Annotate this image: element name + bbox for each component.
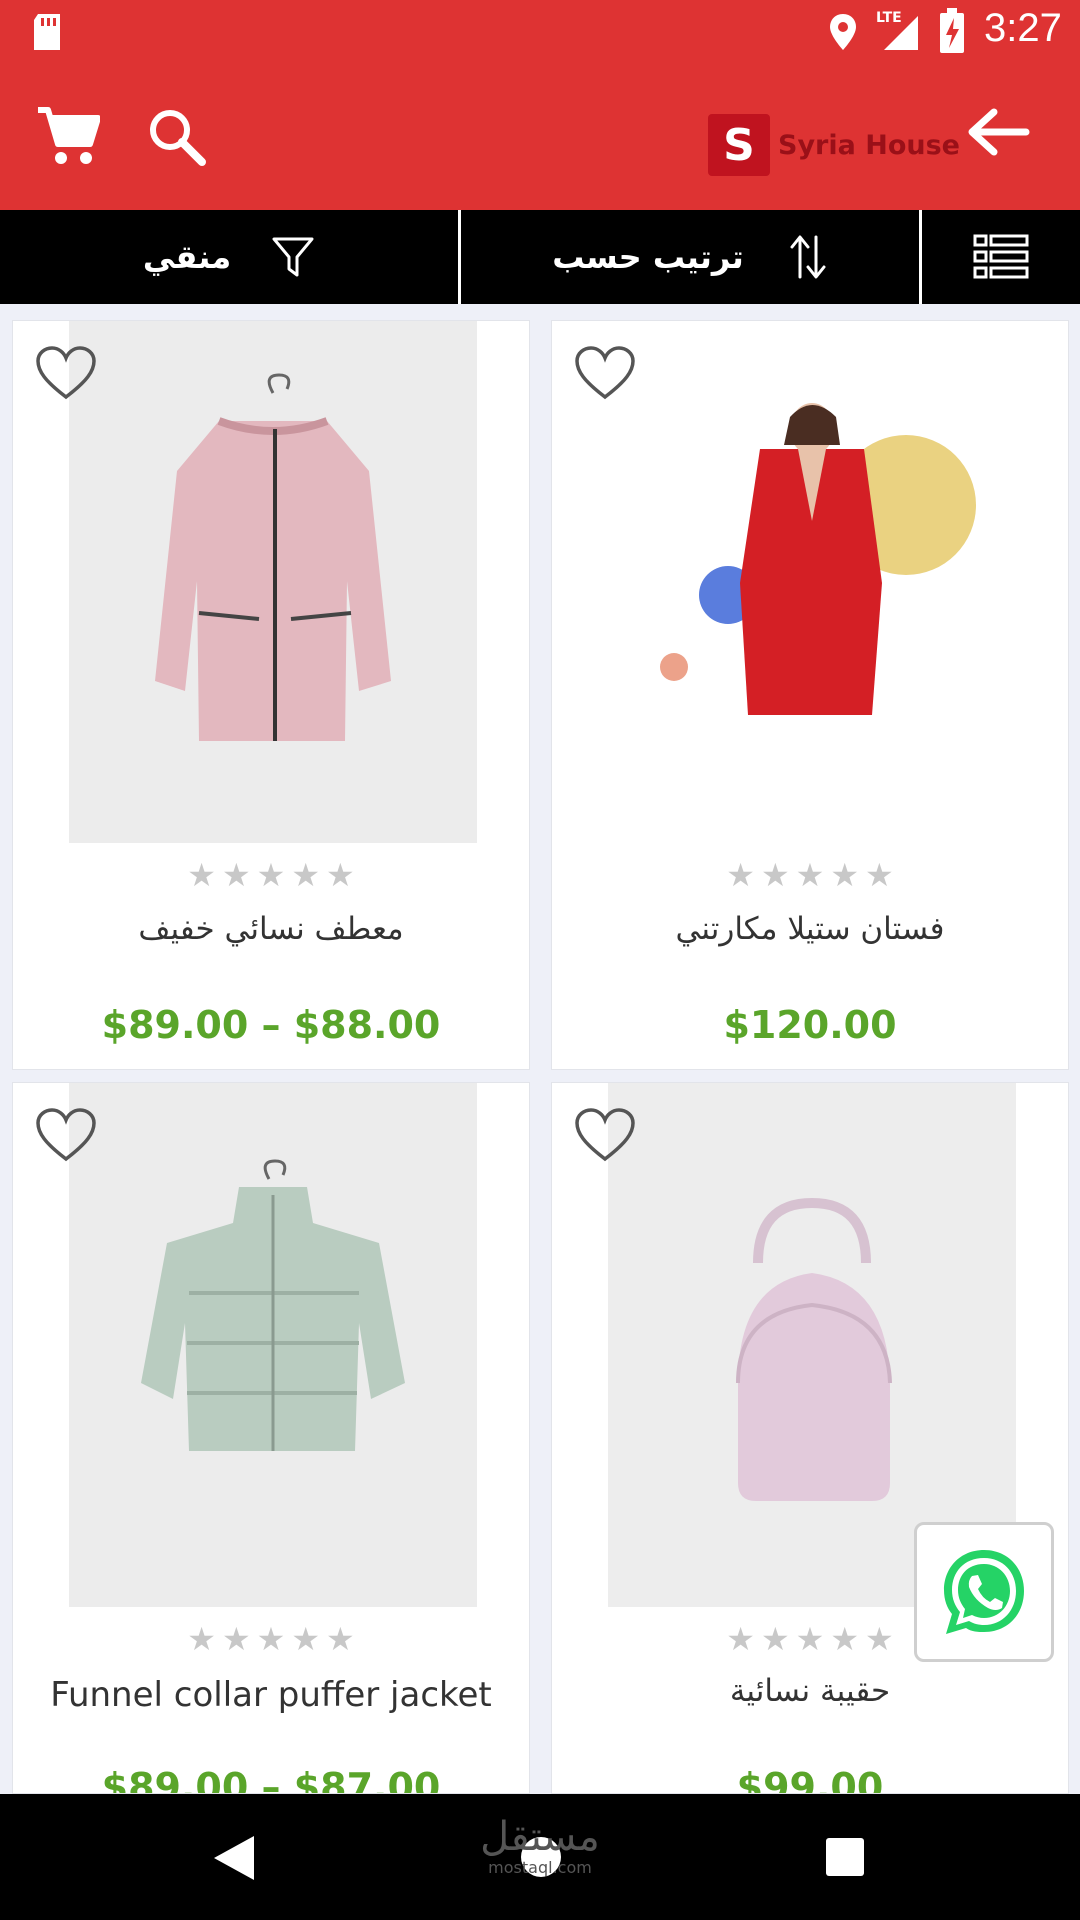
star-icon: ★ bbox=[865, 856, 894, 894]
battery-charging-icon bbox=[940, 8, 964, 53]
clock: 3:27 bbox=[984, 6, 1062, 50]
signal-icon bbox=[884, 16, 918, 50]
product-price: $89.00 – $88.00 bbox=[101, 1003, 441, 1047]
product-name: فستان ستيلا مكارتني bbox=[675, 911, 945, 947]
product-name: Funnel collar puffer jacket bbox=[50, 1675, 492, 1715]
watermark: مستقل mostaql.com bbox=[470, 1816, 610, 1877]
sort-icon bbox=[790, 235, 826, 279]
star-icon: ★ bbox=[760, 856, 790, 894]
location-icon bbox=[830, 14, 856, 50]
star-icon: ★ bbox=[291, 1620, 321, 1658]
system-nav-bar: مستقل mostaql.com bbox=[0, 1794, 1080, 1920]
back-nav-icon[interactable] bbox=[212, 1834, 256, 1882]
product-price: $89.00 – $87.00 bbox=[101, 1765, 441, 1794]
star-icon: ★ bbox=[187, 856, 216, 894]
whatsapp-icon bbox=[944, 1550, 1024, 1634]
wishlist-heart-icon[interactable] bbox=[35, 1107, 97, 1163]
wishlist-heart-icon[interactable] bbox=[574, 345, 636, 401]
sort-label: ترتيب حسب bbox=[552, 238, 744, 276]
star-icon: ★ bbox=[291, 856, 321, 894]
back-arrow-icon[interactable] bbox=[966, 108, 1030, 156]
product-name: حقيبة نسائية bbox=[729, 1673, 891, 1709]
watermark-sub: mostaql.com bbox=[488, 1858, 592, 1877]
app-bar: S Syria House bbox=[0, 64, 1080, 210]
product-card[interactable]: ★ ★ ★ ★ ★ Funnel collar puffer jacket $89.00… bbox=[12, 1082, 530, 1794]
wishlist-heart-icon[interactable] bbox=[574, 1107, 636, 1163]
star-icon: ★ bbox=[726, 856, 755, 894]
wishlist-heart-icon[interactable] bbox=[35, 345, 97, 401]
star-icon: ★ bbox=[221, 856, 251, 894]
star-icon: ★ bbox=[326, 1620, 355, 1658]
star-icon: ★ bbox=[326, 856, 355, 894]
status-bar: LTE 3:27 bbox=[0, 0, 1080, 64]
product-image bbox=[69, 1083, 477, 1607]
product-name: معطف نسائي خفيف bbox=[138, 911, 404, 947]
product-price: $120.00 bbox=[723, 1003, 897, 1047]
star-icon: ★ bbox=[221, 1620, 251, 1658]
product-card[interactable]: ★ ★ ★ ★ ★ حقيبة نسائية $99.00 bbox=[551, 1082, 1069, 1794]
star-icon: ★ bbox=[795, 856, 825, 894]
filter-button[interactable]: منقي bbox=[0, 210, 458, 304]
star-icon: ★ bbox=[795, 1620, 825, 1658]
brand-logo[interactable]: S Syria House bbox=[708, 114, 960, 176]
brand-name: Syria House bbox=[778, 129, 960, 161]
recents-nav-icon[interactable] bbox=[824, 1836, 866, 1878]
star-icon: ★ bbox=[256, 856, 286, 894]
product-image bbox=[69, 321, 477, 843]
star-icon: ★ bbox=[760, 1620, 790, 1658]
red-coat-illustration bbox=[660, 403, 976, 715]
star-icon: ★ bbox=[726, 1620, 755, 1658]
product-card[interactable]: ★ ★ ★ ★ ★ فستان ستيلا مكارتني $120.00 bbox=[551, 320, 1069, 1070]
search-icon[interactable] bbox=[146, 106, 206, 166]
sort-button[interactable]: ترتيب حسب bbox=[461, 210, 919, 304]
star-icon: ★ bbox=[865, 1620, 894, 1658]
star-icon: ★ bbox=[830, 856, 860, 894]
pink-coat-illustration bbox=[155, 373, 391, 741]
product-price: $99.00 bbox=[736, 1765, 884, 1794]
watermark-text: مستقل bbox=[480, 1814, 600, 1860]
cart-icon[interactable] bbox=[36, 104, 100, 168]
view-toggle-button[interactable] bbox=[922, 210, 1080, 304]
filter-label: منقي bbox=[142, 238, 232, 276]
filter-icon bbox=[272, 237, 314, 277]
sd-card-icon bbox=[34, 14, 60, 50]
rating-stars: ★ ★ ★ ★ ★ bbox=[13, 1623, 529, 1655]
product-image bbox=[608, 321, 1016, 843]
star-icon: ★ bbox=[256, 1620, 286, 1658]
rating-stars: ★ ★ ★ ★ ★ bbox=[13, 859, 529, 891]
green-puffer-jacket-illustration bbox=[141, 1159, 405, 1451]
star-icon: ★ bbox=[830, 1620, 860, 1658]
list-view-icon bbox=[973, 234, 1029, 279]
rating-stars: ★ ★ ★ ★ ★ bbox=[552, 859, 1068, 891]
product-card[interactable]: ★ ★ ★ ★ ★ معطف نسائي خفيف $89.00 – $88.00 bbox=[12, 320, 530, 1070]
star-icon: ★ bbox=[187, 1620, 216, 1658]
brand-logo-mark: S bbox=[708, 114, 770, 176]
whatsapp-button[interactable] bbox=[914, 1522, 1054, 1662]
filter-sort-toolbar: منقي ترتيب حسب bbox=[0, 210, 1080, 304]
